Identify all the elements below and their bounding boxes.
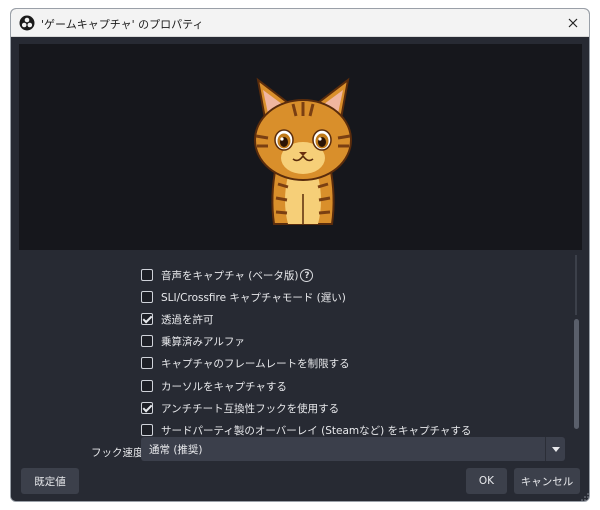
option-premultiplied-alpha[interactable]: 乗算済みアルファ — [141, 331, 245, 351]
option-label: 透過を許可 — [161, 313, 214, 326]
chevron-down-icon — [545, 437, 565, 461]
checkbox[interactable] — [141, 380, 153, 392]
capture-preview — [19, 44, 582, 250]
vertical-scrollbar[interactable] — [573, 255, 579, 463]
option-anticheat-hook[interactable]: アンチチート互換性フックを使用する — [141, 398, 339, 418]
close-button[interactable] — [559, 11, 587, 35]
hook-speed-label: フック速度 — [91, 447, 144, 459]
option-limit-framerate[interactable]: キャプチャのフレームレートを制限する — [141, 353, 350, 373]
option-label: 乗算済みアルファ — [161, 335, 245, 348]
help-icon[interactable]: ? — [300, 269, 314, 282]
cancel-button[interactable]: キャンセル — [514, 468, 580, 494]
resize-grip-icon[interactable] — [581, 493, 589, 501]
properties-dialog: 'ゲームキャプチャ' のプロパティ 音声をキャプチャ (ベータ版) ? SLI/… — [10, 8, 590, 502]
cat-illustration — [254, 77, 352, 225]
close-icon — [568, 18, 578, 28]
hook-speed-select[interactable]: 通常 (推奨) — [141, 437, 565, 461]
option-label: 音声をキャプチャ (ベータ版)? — [161, 268, 314, 283]
option-sli-crossfire[interactable]: SLI/Crossfire キャプチャモード (遅い) — [141, 287, 346, 307]
properties-list: 音声をキャプチャ (ベータ版)? SLI/Crossfire キャプチャモード … — [11, 257, 579, 461]
checkbox[interactable] — [141, 313, 153, 325]
option-label: カーソルをキャプチャする — [161, 380, 287, 393]
dialog-footer: 既定値 OK キャンセル — [11, 461, 589, 501]
window-title: 'ゲームキャプチャ' のプロパティ — [41, 18, 204, 31]
ok-button[interactable]: OK — [466, 468, 507, 494]
checkbox[interactable] — [141, 291, 153, 303]
option-allow-transparency[interactable]: 透過を許可 — [141, 309, 214, 329]
title-bar: 'ゲームキャプチャ' のプロパティ — [11, 9, 589, 37]
option-label: サードパーティ製のオーバーレイ (Steamなど) をキャプチャする — [161, 424, 472, 437]
option-capture-cursor[interactable]: カーソルをキャプチャする — [141, 376, 287, 396]
checkbox[interactable] — [141, 357, 153, 369]
option-label: SLI/Crossfire キャプチャモード (遅い) — [161, 291, 346, 304]
checkbox[interactable] — [141, 335, 153, 347]
defaults-button[interactable]: 既定値 — [21, 468, 79, 494]
option-label: アンチチート互換性フックを使用する — [161, 402, 340, 415]
option-label: キャプチャのフレームレートを制限する — [161, 357, 350, 370]
checkbox[interactable] — [141, 269, 153, 281]
option-capture-audio[interactable]: 音声をキャプチャ (ベータ版)? — [141, 265, 314, 285]
checkbox[interactable] — [141, 424, 153, 436]
obs-logo-icon — [19, 15, 35, 31]
hook-speed-value: 通常 (推奨) — [149, 444, 203, 456]
scrollbar-thumb[interactable] — [574, 319, 579, 429]
scrollbar-track — [575, 255, 577, 315]
checkbox[interactable] — [141, 402, 153, 414]
